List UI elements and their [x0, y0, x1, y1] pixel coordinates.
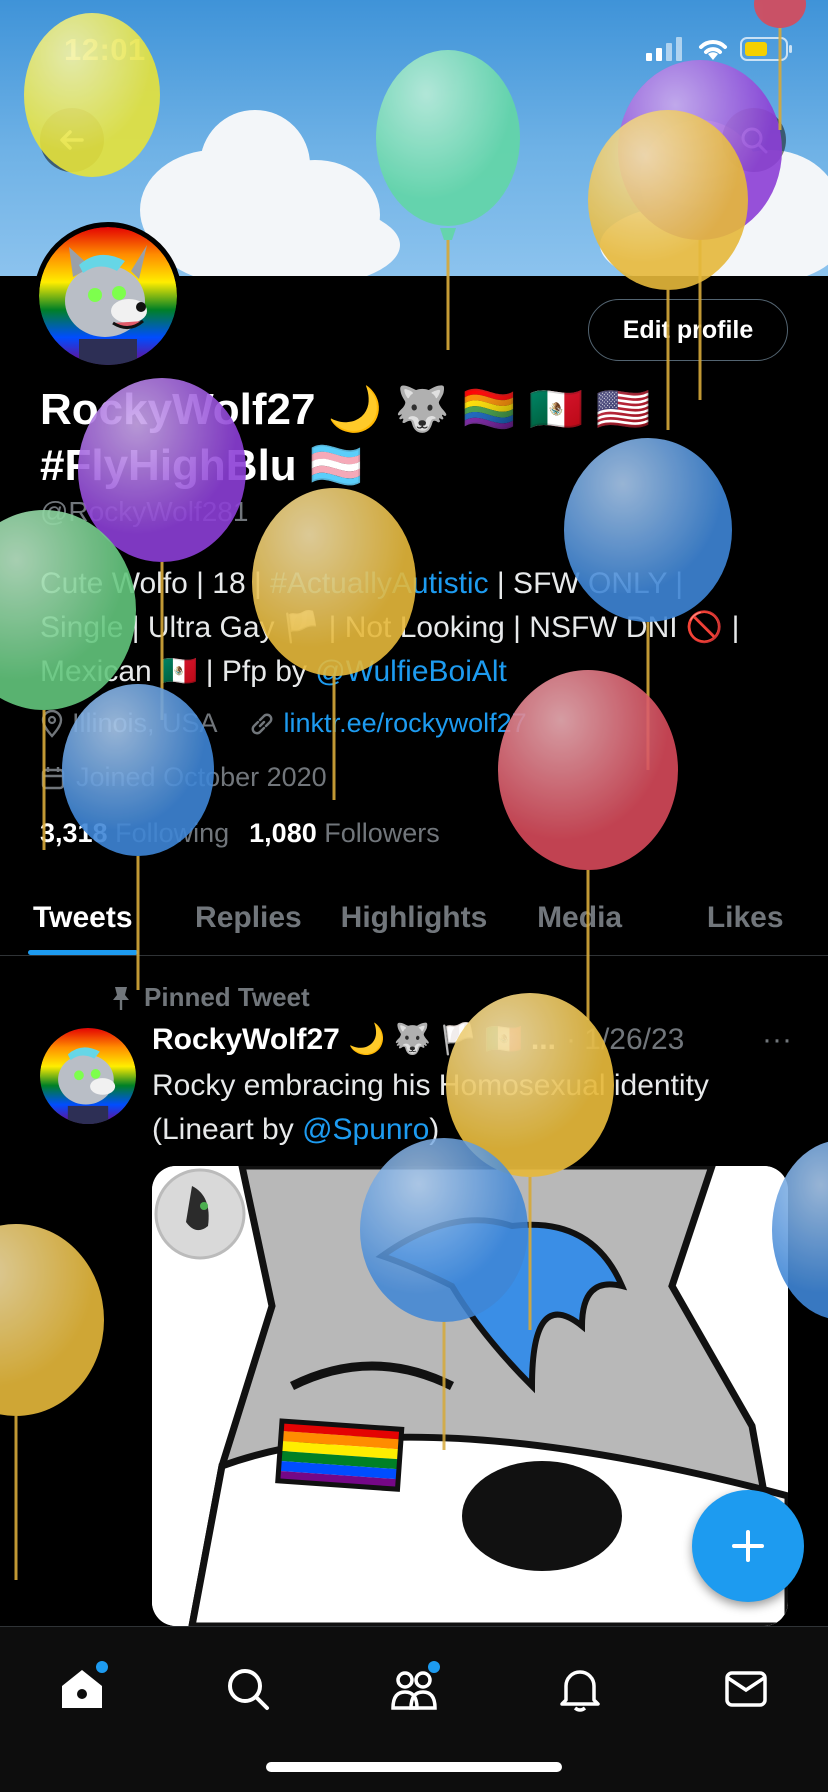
tweet-header: RockyWolf27 🌙 🐺 🏳️ 🇲🇽 ... · 1/26/23 ··· — [152, 1022, 792, 1057]
nav-messages[interactable] — [706, 1649, 786, 1729]
home-indicator[interactable] — [266, 1762, 562, 1772]
profile-joined: Joined October 2020 — [40, 762, 327, 793]
back-arrow-icon — [60, 130, 84, 150]
bio-mention-link[interactable]: @WulfieBoiAlt — [315, 655, 507, 688]
communities-icon — [391, 1671, 437, 1710]
compose-tweet-button[interactable] — [692, 1490, 804, 1602]
search-icon — [741, 127, 768, 154]
tab-likes[interactable]: Likes — [662, 880, 828, 955]
bio-text: Single | Ultra Gay 🏳️ | Not Looking | NS… — [40, 611, 740, 644]
display-name-line2: #FlyHighBlu 🏳️‍⚧️ — [40, 441, 364, 490]
followers-link[interactable]: 1,080 Followers — [249, 818, 440, 849]
bio-text: Mexican 🇲🇽 | Pfp by — [40, 655, 316, 688]
back-button[interactable] — [40, 108, 104, 172]
pin-icon — [113, 986, 129, 1010]
status-bar: 12:01 — [0, 0, 828, 100]
bio-hashtag-link[interactable]: #ActuallyAutistic — [270, 567, 488, 600]
tab-media[interactable]: Media — [497, 880, 663, 955]
profile-display-name: RockyWolf27 🌙 🐺 🏳️‍🌈 🇲🇽 🇺🇸 #FlyHighBlu 🏳… — [40, 382, 780, 494]
tweet-author-avatar[interactable] — [40, 1028, 136, 1124]
mail-icon — [725, 1671, 767, 1707]
pinned-tweet-text: Pinned Tweet — [144, 982, 310, 1012]
tab-highlights[interactable]: Highlights — [331, 880, 497, 955]
profile-location: Illinois, USA — [72, 708, 218, 738]
display-name-line1: RockyWolf27 🌙 🐺 🏳️‍🌈 🇲🇽 🇺🇸 — [40, 385, 651, 434]
nav-home-badge — [96, 1661, 108, 1673]
profile-bio: Cute Wolfo | 18 | #ActuallyAutistic | SF… — [40, 562, 800, 694]
calendar-icon — [41, 766, 65, 789]
tweet-mention-link[interactable]: @Spunro — [302, 1113, 429, 1146]
nav-search[interactable] — [208, 1649, 288, 1729]
tweet-date[interactable]: · 1/26/23 — [566, 1023, 684, 1057]
follow-stats: 3,318 Following 1,080 Followers — [40, 818, 440, 849]
nav-notifications[interactable] — [540, 1649, 620, 1729]
search-button[interactable] — [722, 108, 786, 172]
battery-icon — [740, 37, 792, 61]
tweet-more-button[interactable]: ··· — [762, 1023, 792, 1057]
edit-profile-button[interactable]: Edit profile — [588, 299, 788, 361]
link-icon — [251, 713, 272, 734]
bell-icon — [560, 1670, 600, 1712]
wolf-avatar-image — [39, 227, 177, 365]
tweet-text-line: Rocky embracing his Homosexual identity — [152, 1069, 709, 1102]
nav-communities-badge — [428, 1661, 440, 1673]
nav-home[interactable] — [42, 1649, 122, 1729]
compose-plus-icon — [732, 1530, 764, 1562]
tweet-author-name[interactable]: RockyWolf27 🌙 🐺 🏳️ 🇲🇽 ... — [152, 1022, 556, 1057]
profile-avatar[interactable] — [34, 222, 182, 370]
wifi-icon — [699, 40, 727, 60]
tweet-text-line: (Lineart by — [152, 1113, 303, 1146]
following-count: 3,318 — [40, 818, 108, 848]
nav-communities[interactable] — [374, 1649, 454, 1729]
followers-label: Followers — [324, 818, 440, 848]
location-icon — [41, 709, 63, 738]
profile-website-link[interactable]: linktr.ee/rockywolf27 — [284, 708, 527, 739]
following-link[interactable]: 3,318 Following — [40, 818, 229, 849]
profile-meta: Illinois, USA linktr.ee/rockywolf27 — [40, 708, 527, 739]
following-label: Following — [115, 818, 230, 848]
pinned-label: Pinned Tweet — [110, 982, 310, 1013]
tweet-text: Rocky embracing his Homosexual identity … — [152, 1064, 792, 1152]
search-icon — [228, 1669, 269, 1710]
profile-tabs: Tweets Replies Highlights Media Likes — [0, 880, 828, 956]
cellular-signal-icon — [646, 37, 682, 61]
bio-text: Cute Wolfo | 18 | — [40, 567, 271, 600]
tweet-text-line: ) — [429, 1113, 440, 1146]
tab-replies[interactable]: Replies — [166, 880, 332, 955]
joined-date: Joined October 2020 — [76, 762, 327, 792]
wolf-avatar-image — [40, 1028, 136, 1124]
status-time: 12:01 — [64, 32, 146, 67]
profile-screen: 12:01 — [0, 0, 828, 1792]
profile-handle: @RockyWolf281 — [40, 496, 249, 527]
tab-tweets[interactable]: Tweets — [0, 880, 166, 955]
home-icon — [62, 1670, 102, 1708]
bio-text: | SFW ONLY | — [488, 567, 684, 600]
followers-count: 1,080 — [249, 818, 317, 848]
